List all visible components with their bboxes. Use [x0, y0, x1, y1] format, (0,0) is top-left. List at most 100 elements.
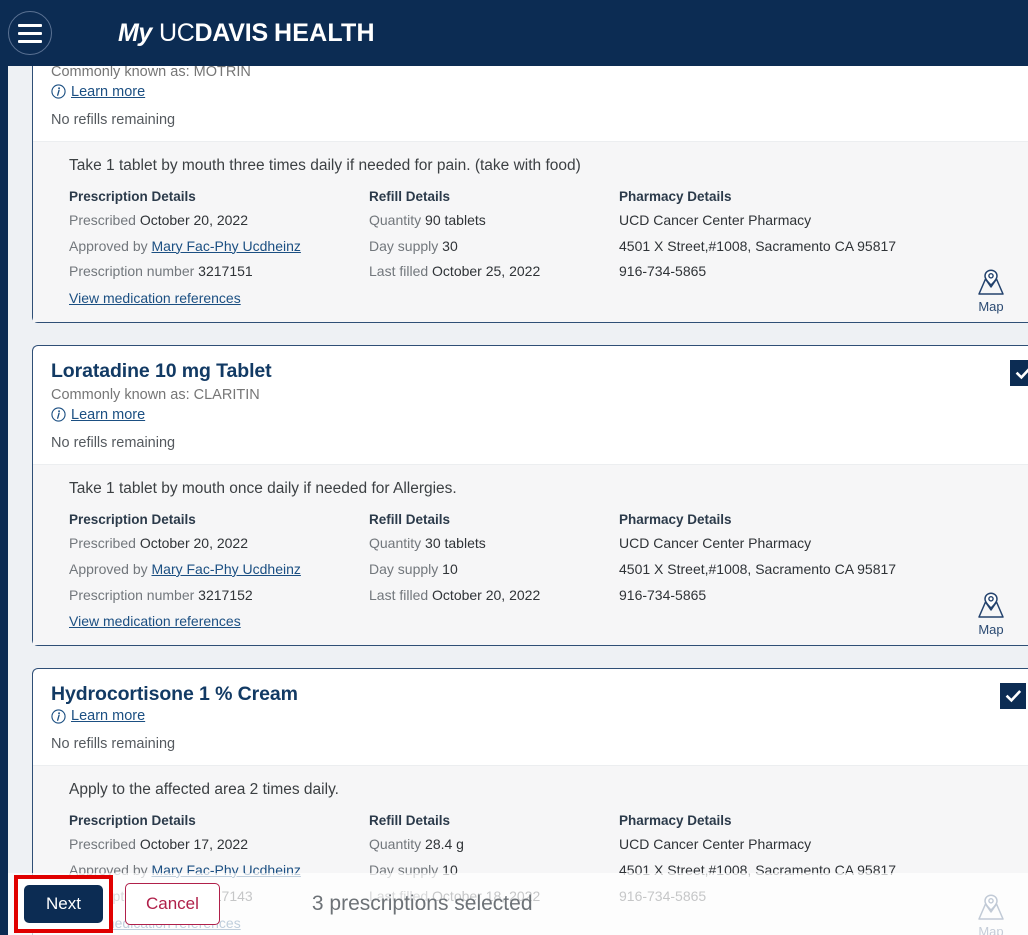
map-label: Map: [968, 622, 1014, 637]
refills-remaining-text: No refills remaining: [51, 435, 976, 451]
quantity-label: Quantity: [369, 535, 421, 551]
checkmark-icon: [1015, 365, 1028, 382]
sig-instructions: Take 1 tablet by mouth once daily if nee…: [69, 480, 1018, 498]
pharmacy-phone: 916-734-5865: [619, 263, 1018, 280]
rx-number-label: Prescription number: [69, 587, 194, 603]
pharmacy-details-column: Pharmacy Details UCD Cancer Center Pharm…: [619, 512, 1018, 631]
learn-more-label[interactable]: Learn more: [71, 407, 145, 423]
learn-more-link[interactable]: Learn more: [51, 708, 976, 724]
prescribed-row: Prescribed October 20, 2022: [69, 535, 369, 552]
pharmacy-name: UCD Cancer Center Pharmacy: [619, 535, 1018, 552]
medication-alias: Commonly known as: CLARITIN: [51, 385, 976, 406]
view-medication-references-link[interactable]: View medication references: [69, 290, 241, 306]
column-title: Refill Details: [369, 189, 619, 204]
rx-number-row: Prescription number 3217152: [69, 587, 369, 604]
detail-columns: Prescription Details Prescribed October …: [69, 189, 1018, 308]
map-label: Map: [968, 299, 1014, 314]
hamburger-bar: [18, 40, 42, 43]
refills-remaining-text: No refills remaining: [51, 112, 976, 128]
approved-by-label: Approved by: [69, 238, 148, 254]
prescription-list-scroll-area[interactable]: No refills remaining Ibuprofen 600 mg Ta…: [8, 0, 1028, 935]
prescription-select-checkbox[interactable]: [1010, 360, 1028, 386]
learn-more-link[interactable]: Learn more: [51, 407, 976, 423]
selection-count-text: 3 prescriptions selected: [312, 892, 533, 916]
pharmacy-address: 4501 X Street,#1008, Sacramento CA 95817: [619, 561, 1018, 578]
learn-more-link[interactable]: Learn more: [51, 84, 976, 100]
quantity-value: 28.4 g: [425, 836, 464, 852]
approved-by-label: Approved by: [69, 561, 148, 577]
day-supply-value: 10: [442, 561, 458, 577]
refill-details-column: Refill Details Quantity 90 tablets Day s…: [369, 189, 619, 308]
day-supply-value: 30: [442, 238, 458, 254]
provider-link[interactable]: Mary Fac-Phy Ucdheinz: [152, 561, 301, 577]
rx-number-row: Prescription number 3217151: [69, 263, 369, 280]
rx-number-value: 3217152: [198, 587, 253, 603]
bottom-action-bar: Next Cancel 3 prescriptions selected: [0, 873, 1028, 935]
last-filled-row: Last filled October 25, 2022: [369, 263, 619, 280]
medication-name: Loratadine 10 mg Tablet: [51, 360, 976, 384]
column-title: Refill Details: [369, 512, 619, 527]
quantity-row: Quantity 28.4 g: [369, 836, 619, 853]
approved-by-row: Approved by Mary Fac-Phy Ucdheinz: [69, 561, 369, 578]
column-title: Refill Details: [369, 813, 619, 828]
app-header: My UC DAVIS HEALTH: [0, 0, 1028, 66]
pharmacy-details-column: Pharmacy Details UCD Cancer Center Pharm…: [619, 189, 1018, 308]
prescription-detail-panel: Take 1 tablet by mouth once daily if nee…: [33, 464, 1028, 645]
learn-more-label[interactable]: Learn more: [71, 84, 145, 100]
prescribed-value: October 17, 2022: [140, 836, 248, 852]
prescription-list: No refills remaining Ibuprofen 600 mg Ta…: [8, 0, 1028, 935]
cancel-button[interactable]: Cancel: [125, 883, 220, 925]
prescription-card[interactable]: Loratadine 10 mg Tablet Commonly known a…: [32, 345, 1028, 646]
rx-number-value: 3217151: [198, 263, 253, 279]
prescription-card-header: Hydrocortisone 1 % Cream Learn more No r…: [33, 669, 1028, 765]
day-supply-row: Day supply 10: [369, 561, 619, 578]
info-circle-icon: [51, 407, 66, 422]
prescribed-row: Prescribed October 17, 2022: [69, 836, 369, 853]
info-circle-icon: [51, 84, 66, 99]
day-supply-label: Day supply: [369, 561, 438, 577]
prescription-details-column: Prescription Details Prescribed October …: [69, 189, 369, 308]
map-button[interactable]: Map: [968, 591, 1014, 637]
next-button[interactable]: Next: [24, 885, 103, 923]
column-title: Prescription Details: [69, 189, 369, 204]
last-filled-value: October 25, 2022: [432, 263, 540, 279]
prescribed-label: Prescribed: [69, 212, 136, 228]
view-medication-references-link[interactable]: View medication references: [69, 613, 241, 629]
column-title: Pharmacy Details: [619, 189, 1018, 204]
brand-health: HEALTH: [274, 19, 375, 48]
prescription-select-checkbox[interactable]: [1000, 683, 1026, 709]
app-root: No refills remaining Ibuprofen 600 mg Ta…: [0, 0, 1028, 935]
column-title: Prescription Details: [69, 813, 369, 828]
hamburger-bar: [18, 24, 42, 27]
provider-link[interactable]: Mary Fac-Phy Ucdheinz: [152, 238, 301, 254]
quantity-row: Quantity 90 tablets: [369, 212, 619, 229]
rx-number-label: Prescription number: [69, 263, 194, 279]
quantity-label: Quantity: [369, 212, 421, 228]
column-title: Pharmacy Details: [619, 813, 1018, 828]
left-navy-rail: [0, 0, 8, 935]
brand-davis: DAVIS: [194, 19, 268, 48]
brand-my: My: [118, 19, 152, 48]
checkmark-icon: [1005, 688, 1022, 705]
prescription-detail-panel: Take 1 tablet by mouth three times daily…: [33, 141, 1028, 322]
column-title: Prescription Details: [69, 512, 369, 527]
quantity-row: Quantity 30 tablets: [369, 535, 619, 552]
hamburger-menu-icon[interactable]: [8, 11, 52, 55]
map-button[interactable]: Map: [968, 268, 1014, 314]
day-supply-row: Day supply 30: [369, 238, 619, 255]
brand-logo[interactable]: My UC DAVIS HEALTH: [118, 19, 375, 48]
pharmacy-name: UCD Cancer Center Pharmacy: [619, 836, 1018, 853]
prescription-details-column: Prescription Details Prescribed October …: [69, 512, 369, 631]
day-supply-label: Day supply: [369, 238, 438, 254]
sig-instructions: Take 1 tablet by mouth three times daily…: [69, 157, 1018, 175]
last-filled-label: Last filled: [369, 263, 428, 279]
prescription-card[interactable]: Ibuprofen 600 mg Tablet Commonly known a…: [32, 22, 1028, 323]
brand-uc: UC: [159, 19, 195, 48]
next-button-highlight: Next: [14, 875, 113, 933]
prescription-card-header: Loratadine 10 mg Tablet Commonly known a…: [33, 346, 1028, 464]
map-pin-icon: [975, 268, 1007, 298]
learn-more-label[interactable]: Learn more: [71, 708, 145, 724]
info-circle-icon: [51, 709, 66, 724]
prescribed-row: Prescribed October 20, 2022: [69, 212, 369, 229]
prescribed-value: October 20, 2022: [140, 212, 248, 228]
